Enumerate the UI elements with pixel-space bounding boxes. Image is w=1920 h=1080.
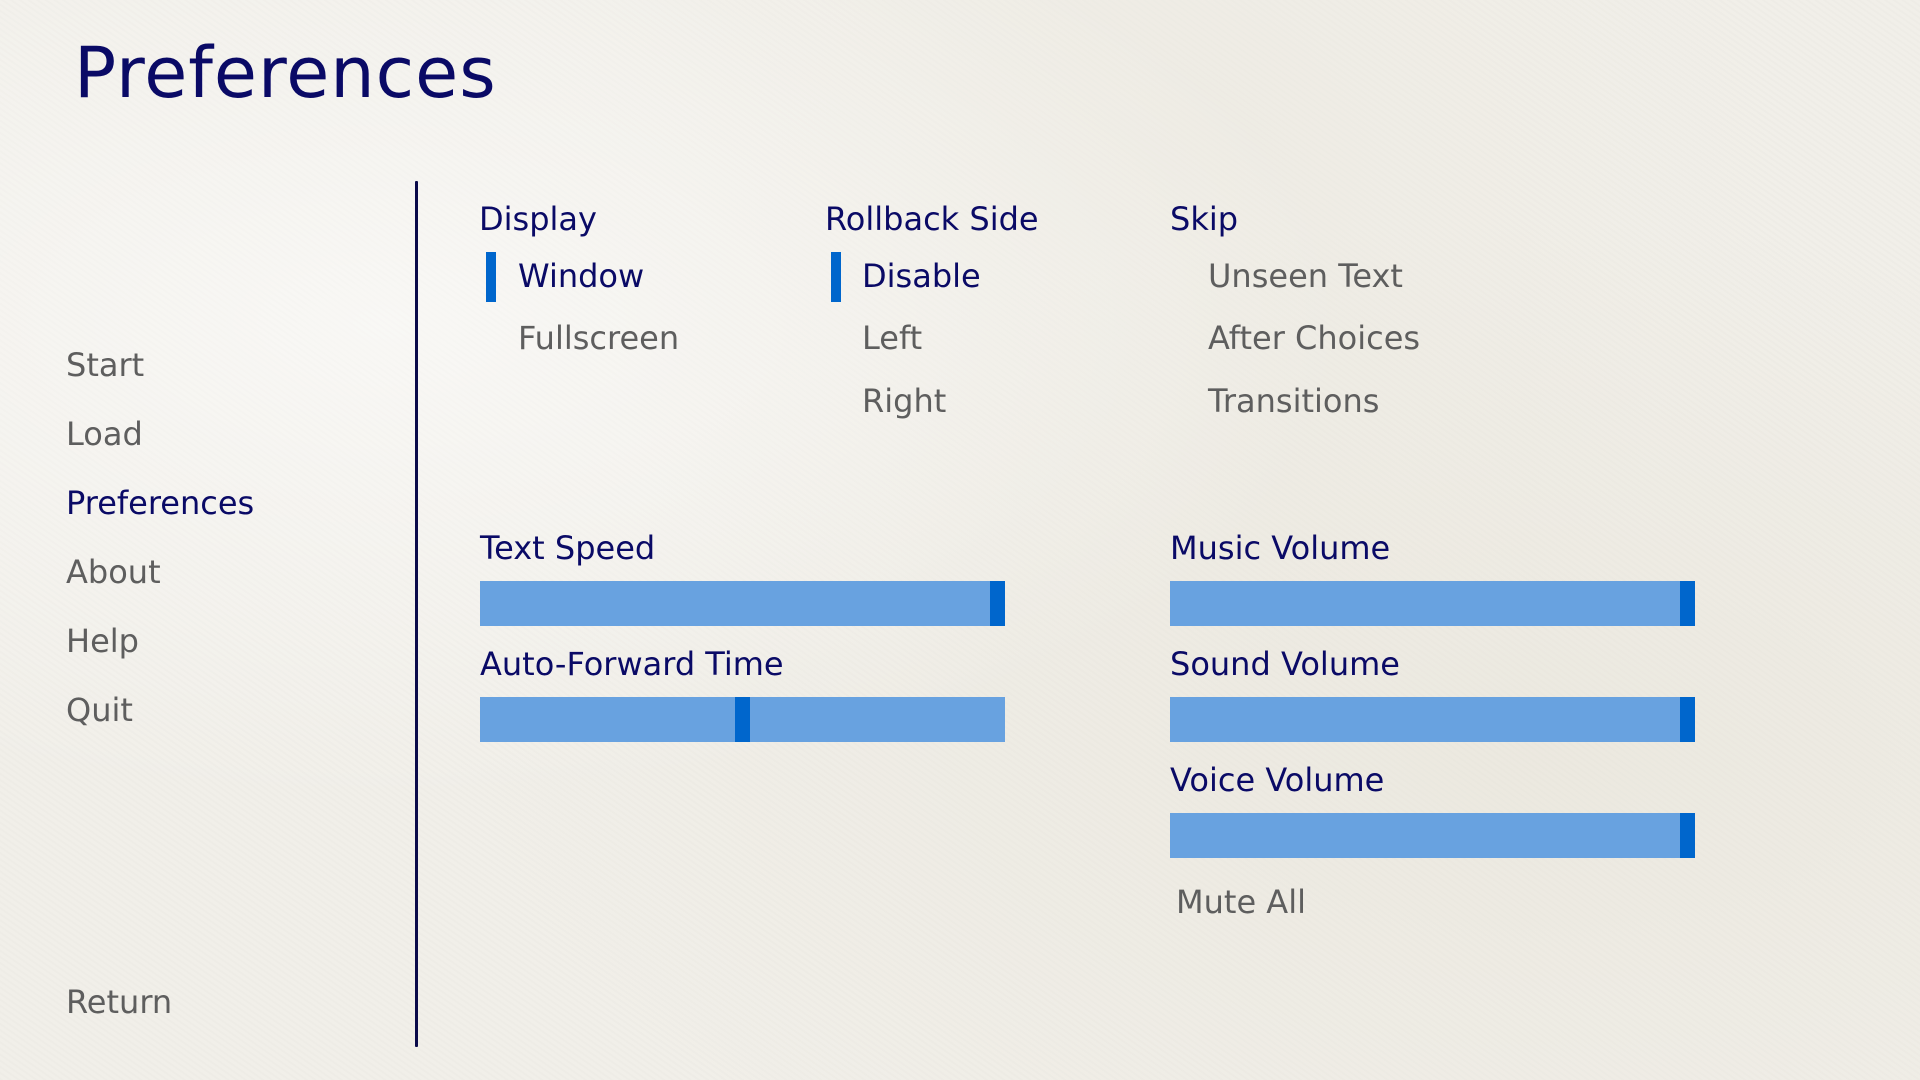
rollback-option-left[interactable]: Left: [862, 322, 922, 354]
slider-thumb[interactable]: [1680, 697, 1695, 742]
option-label: Window: [518, 257, 645, 295]
text-speed-slider[interactable]: [480, 581, 1005, 626]
text-speed-label: Text Speed: [480, 529, 656, 567]
return-button[interactable]: Return: [66, 986, 172, 1018]
slider-thumb[interactable]: [1680, 581, 1695, 626]
skip-option-transitions[interactable]: Transitions: [1208, 385, 1379, 417]
display-option-fullscreen[interactable]: Fullscreen: [518, 322, 679, 354]
voice-volume-slider[interactable]: [1170, 813, 1695, 858]
music-volume-label: Music Volume: [1170, 529, 1391, 567]
voice-volume-label: Voice Volume: [1170, 761, 1385, 799]
nav-divider: [415, 181, 418, 1047]
slider-thumb[interactable]: [990, 581, 1005, 626]
sound-volume-label: Sound Volume: [1170, 645, 1400, 683]
nav-item-quit[interactable]: Quit: [66, 694, 133, 726]
nav-item-preferences[interactable]: Preferences: [66, 487, 254, 519]
nav-item-load[interactable]: Load: [66, 418, 143, 450]
rollback-option-right[interactable]: Right: [862, 385, 946, 417]
selected-indicator: [831, 252, 841, 302]
nav-item-help[interactable]: Help: [66, 625, 139, 657]
selected-indicator: [486, 252, 496, 302]
skip-heading: Skip: [1170, 200, 1239, 238]
mute-all-toggle[interactable]: Mute All: [1176, 886, 1306, 918]
auto-forward-slider[interactable]: [480, 697, 1005, 742]
nav-item-about[interactable]: About: [66, 556, 161, 588]
display-option-window[interactable]: Window: [486, 252, 686, 304]
auto-forward-label: Auto-Forward Time: [480, 645, 784, 683]
slider-thumb[interactable]: [1680, 813, 1695, 858]
rollback-option-disable[interactable]: Disable: [831, 252, 1031, 304]
display-heading: Display: [479, 200, 597, 238]
sound-volume-slider[interactable]: [1170, 697, 1695, 742]
music-volume-slider[interactable]: [1170, 581, 1695, 626]
option-label: Disable: [862, 257, 981, 295]
nav-item-start[interactable]: Start: [66, 349, 144, 381]
rollback-heading: Rollback Side: [825, 200, 1039, 238]
slider-thumb[interactable]: [735, 697, 750, 742]
skip-option-after-choices[interactable]: After Choices: [1208, 322, 1420, 354]
page-title: Preferences: [74, 32, 497, 114]
skip-option-unseen-text[interactable]: Unseen Text: [1208, 260, 1403, 292]
